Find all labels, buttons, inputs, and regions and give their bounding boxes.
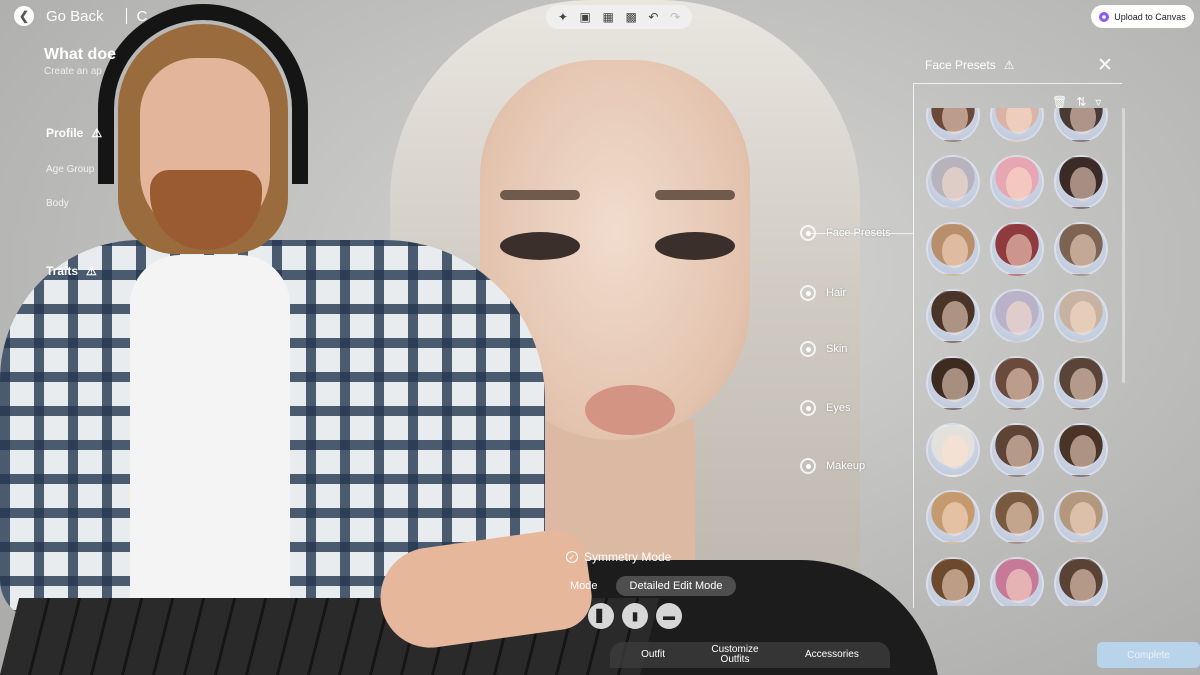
mode-option[interactable]: Mode (570, 580, 598, 592)
go-back-button[interactable]: ❮ Go Back (14, 6, 104, 26)
face-preset-thumb[interactable] (1054, 155, 1108, 209)
face-preset-thumb[interactable] (926, 108, 980, 142)
presenter-headset (98, 4, 308, 184)
bottom-tabbar: Outfit Customize Outfits Accessories (610, 642, 890, 668)
face-preset-thumb[interactable] (1054, 557, 1108, 606)
symmetry-mode-toggle[interactable]: ✓ Symmetry Mode (566, 550, 671, 564)
page-subtitle: Create an ap (44, 66, 102, 77)
category-label: Skin (826, 343, 848, 355)
face-presets-title: Face Presets (925, 58, 996, 72)
age-group-field[interactable]: Age Group (46, 164, 94, 175)
profile-section[interactable]: Profile ⚠ (46, 126, 102, 140)
upload-label: Upload to Canvas (1114, 11, 1186, 22)
outfit-quick-icons: ▋ ▮ ▬ (588, 603, 682, 629)
radio-icon (800, 225, 816, 241)
radio-icon (800, 341, 816, 357)
body-field[interactable]: Body (46, 198, 69, 209)
face-preset-thumb[interactable] (1054, 356, 1108, 410)
avatar-lips (585, 385, 675, 435)
presets-scrollbar[interactable] (1122, 108, 1125, 383)
pants-icon[interactable]: ▋ (588, 603, 614, 629)
tab-outfit[interactable]: Outfit (641, 650, 665, 660)
category-label: Face Presets (826, 227, 891, 239)
undo-icon[interactable]: ↶ (648, 11, 658, 23)
redo-icon[interactable]: ↷ (670, 11, 680, 23)
category-label: Hair (826, 287, 847, 299)
category-makeup[interactable]: Makeup (800, 458, 865, 474)
top-header: ❮ Go Back C (14, 6, 147, 26)
avatar-right-brow (655, 190, 735, 200)
face-preset-thumb[interactable] (990, 557, 1044, 606)
face-preset-thumb[interactable] (990, 423, 1044, 477)
boots-icon[interactable]: ▮ (622, 603, 648, 629)
warning-icon: ⚠ (1003, 58, 1015, 72)
traits-section[interactable]: Traits ⚠ (46, 264, 97, 278)
category-label: Makeup (826, 460, 866, 472)
camera-icon[interactable]: ▣ (580, 11, 591, 23)
close-icon[interactable]: ✕ (1097, 54, 1113, 77)
page-title: What doe (44, 46, 116, 63)
detailed-edit-mode-option[interactable]: Detailed Edit Mode (615, 576, 737, 596)
face-preset-thumb[interactable] (1054, 289, 1108, 343)
capture-icon[interactable]: ▦ (602, 11, 613, 23)
face-preset-thumb[interactable] (926, 222, 980, 276)
face-preset-thumb[interactable] (1054, 108, 1108, 142)
warning-icon: ⚠ (86, 264, 97, 278)
panel-tools: 🗑 ⇅ ▿ (1052, 95, 1101, 109)
face-preset-thumb[interactable] (990, 490, 1044, 544)
face-presets-grid (926, 108, 1118, 606)
face-presets-header: Face Presets ⚠ ✕ (925, 55, 1115, 76)
face-preset-thumb[interactable] (926, 289, 980, 343)
complete-button[interactable]: Complete (1097, 642, 1200, 668)
breadcrumb: C (136, 7, 148, 25)
tab-accessories[interactable]: Accessories (805, 650, 859, 660)
profile-label: Profile (46, 126, 84, 140)
left-panel: What doe Create an ap Profile ⚠ Age Grou… (44, 46, 324, 278)
category-hair[interactable]: Hair (800, 285, 846, 301)
trash-icon[interactable]: 🗑 (1052, 95, 1067, 109)
face-preset-thumb[interactable] (990, 356, 1044, 410)
category-face-presets[interactable]: Face Presets (800, 225, 891, 241)
avatar-right-eye (655, 232, 735, 260)
category-label: Eyes (826, 402, 851, 414)
upload-to-canvas-button[interactable]: Upload to Canvas (1091, 5, 1194, 28)
face-preset-thumb[interactable] (926, 356, 980, 410)
traits-label: Traits (46, 264, 79, 278)
radio-icon (800, 458, 816, 474)
tab-label-line2: Outfits (720, 654, 750, 665)
face-preset-thumb[interactable] (990, 289, 1044, 343)
sparkle-icon[interactable]: ✦ (558, 11, 568, 23)
view-toolbar: ✦ ▣ ▦ ▩ ↶ ↷ (546, 5, 692, 29)
sort-icon[interactable]: ⇅ (1076, 95, 1086, 109)
filter-icon[interactable]: ▿ (1095, 95, 1101, 109)
face-preset-thumb[interactable] (1054, 222, 1108, 276)
radio-icon (800, 400, 816, 416)
face-preset-thumb[interactable] (990, 155, 1044, 209)
chevron-left-icon: ❮ (14, 6, 34, 26)
face-preset-thumb[interactable] (926, 490, 980, 544)
radio-icon (800, 285, 816, 301)
face-preset-thumb[interactable] (926, 155, 980, 209)
header-divider (125, 8, 127, 24)
tab-customize-outfits[interactable]: Customize Outfits (711, 645, 758, 665)
check-icon: ✓ (566, 551, 578, 563)
warning-icon: ⚠ (91, 126, 103, 140)
face-preset-thumb[interactable] (1054, 423, 1108, 477)
sneakers-icon[interactable]: ▬ (656, 603, 682, 629)
face-preset-thumb[interactable] (926, 557, 980, 606)
scan-icon[interactable]: ▩ (625, 11, 636, 23)
face-preset-thumb[interactable] (926, 423, 980, 477)
category-skin[interactable]: Skin (800, 341, 847, 357)
go-back-label: Go Back (46, 7, 104, 25)
face-preset-thumb[interactable] (1054, 490, 1108, 544)
face-preset-thumb[interactable] (990, 108, 1044, 142)
presenter-tshirt (130, 255, 290, 615)
category-eyes[interactable]: Eyes (800, 400, 850, 416)
edit-mode-switch: Mode Detailed Edit Mode (570, 576, 737, 596)
face-preset-thumb[interactable] (990, 222, 1044, 276)
symmetry-label: Symmetry Mode (584, 550, 672, 564)
upload-icon (1099, 11, 1110, 22)
